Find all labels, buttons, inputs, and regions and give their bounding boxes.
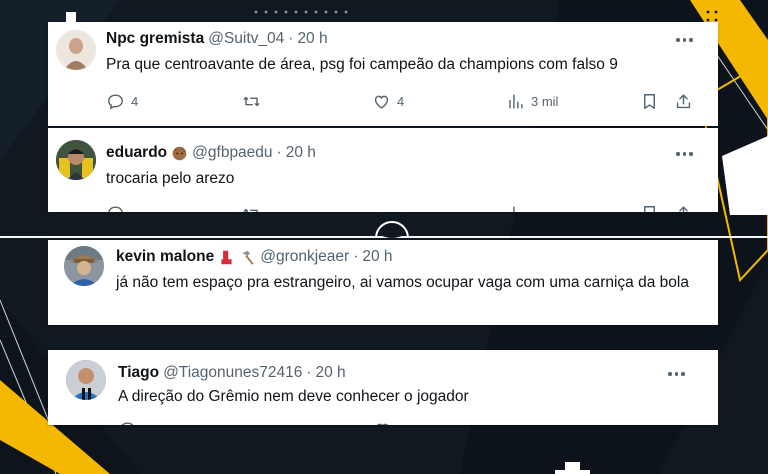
handle[interactable]: @Tiagonunes72416	[163, 364, 302, 382]
views-count: 3 mil	[531, 94, 559, 109]
display-name[interactable]: Tiago	[118, 364, 159, 382]
tweet-actions-partial	[106, 204, 706, 212]
timestamp[interactable]: 20 h	[316, 364, 346, 382]
separator-circle	[374, 212, 410, 239]
dot-separator: ·	[276, 144, 282, 161]
dot-separator: ·	[288, 30, 294, 47]
like-button[interactable]: 4	[372, 92, 404, 111]
reply-icon	[108, 206, 123, 212]
views-icon	[509, 94, 523, 109]
more-icon[interactable]	[676, 151, 694, 157]
views-button[interactable]	[506, 204, 525, 212]
share-button[interactable]	[674, 204, 693, 212]
like-icon	[376, 423, 389, 425]
tweet-card[interactable]: Npc gremista @Suitv_04 · 20 h Pra que ce…	[48, 22, 718, 126]
tweet-header: Tiago @Tiagonunes72416 · 20 h	[118, 364, 346, 382]
dot-separator: ·	[306, 364, 312, 381]
handle[interactable]: @gronkjeaer	[260, 248, 349, 266]
tweet-actions: 4 4 3 mil	[106, 92, 706, 114]
share-icon	[676, 94, 691, 109]
display-name[interactable]: kevin malone	[116, 248, 214, 266]
reply-icon	[121, 422, 134, 425]
like-button[interactable]	[373, 420, 392, 425]
views-icon	[509, 206, 515, 212]
tweet-card[interactable]: eduardo @gfbpaedu · 20 h trocaria pelo a…	[48, 128, 718, 212]
tweet-actions-partial	[118, 420, 698, 425]
share-button[interactable]	[674, 92, 693, 111]
like-count: 4	[397, 94, 405, 109]
timestamp[interactable]: 20 h	[362, 248, 392, 266]
tweet-text: A direção do Grêmio nem deve conhecer o …	[118, 388, 469, 405]
timestamp[interactable]: 20 h	[286, 144, 316, 162]
reply-button[interactable]	[118, 420, 137, 425]
tweet-header: Npc gremista @Suitv_04 · 20 h	[106, 30, 328, 48]
handle[interactable]: @gfbpaedu	[192, 144, 272, 162]
like-icon	[374, 95, 389, 109]
bookmark-button[interactable]	[640, 92, 659, 111]
share-icon	[679, 206, 688, 212]
reply-button[interactable]	[106, 204, 125, 212]
tweet-header: kevin malone @gronkjeaer · 20 h	[116, 248, 393, 266]
retweet-icon	[243, 96, 260, 107]
tweet-text: já não tem espaço pra estrangeiro, ai va…	[116, 274, 689, 291]
avatar[interactable]	[66, 360, 106, 400]
hammer-emoji	[242, 250, 254, 265]
retweet-icon	[243, 208, 258, 212]
retweet-button[interactable]	[242, 204, 261, 212]
more-icon[interactable]	[668, 371, 686, 377]
display-name[interactable]: eduardo	[106, 144, 167, 162]
views-button[interactable]: 3 mil	[506, 92, 558, 111]
dot-separator: ·	[353, 248, 359, 265]
bookmark-icon	[644, 206, 655, 212]
avatar[interactable]	[56, 30, 96, 70]
avatar[interactable]	[56, 140, 96, 180]
reply-button[interactable]: 4	[106, 92, 138, 111]
timestamp[interactable]: 20 h	[297, 30, 327, 48]
handle[interactable]: @Suitv_04	[208, 30, 284, 48]
tweet-text: trocaria pelo arezo	[106, 170, 235, 187]
tweet-header: eduardo @gfbpaedu · 20 h	[106, 144, 316, 162]
person-emoji	[172, 146, 187, 160]
retweet-button[interactable]	[242, 92, 261, 111]
tweet-card[interactable]: Tiago @Tiagonunes72416 · 20 h A direção …	[48, 350, 718, 425]
display-name[interactable]: Npc gremista	[106, 30, 204, 48]
tweet-card[interactable]: kevin malone @gronkjeaer · 20 h já não t…	[48, 240, 718, 325]
reply-count: 4	[131, 94, 139, 109]
avatar[interactable]	[64, 246, 104, 286]
more-icon[interactable]	[676, 37, 694, 43]
reply-icon	[108, 94, 123, 110]
tweet-text: Pra que centroavante de área, psg foi ca…	[106, 56, 618, 73]
bookmark-icon	[644, 94, 655, 109]
bookmark-button[interactable]	[640, 204, 659, 212]
boot-emoji	[221, 250, 232, 264]
